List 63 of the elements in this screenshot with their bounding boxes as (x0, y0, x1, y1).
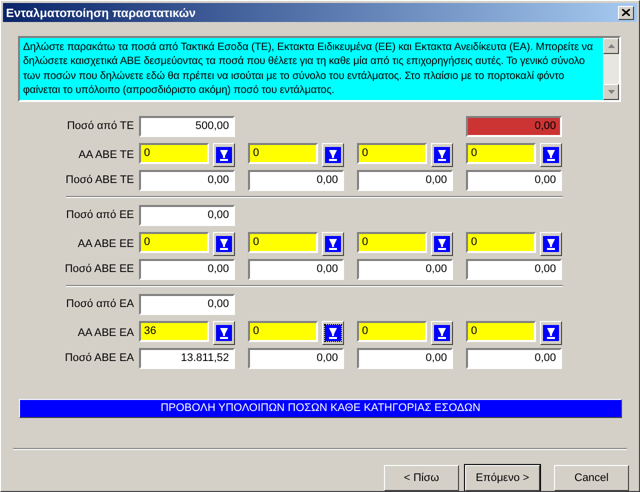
dialog-button[interactable]: < Πίσω (384, 465, 459, 491)
code-field[interactable]: 0 (248, 320, 318, 342)
amount-field[interactable]: 0,00 (248, 348, 344, 369)
code-field[interactable]: 0 (357, 320, 427, 342)
field-label: Ποσό από ΕΕ (65, 209, 135, 222)
amount-field[interactable]: 0,00 (357, 348, 453, 369)
dropdown-arrow-icon (325, 324, 341, 341)
lookup-button[interactable] (540, 320, 562, 345)
lookup-button[interactable] (431, 142, 453, 167)
up-arrow-icon (608, 44, 614, 48)
lookup-button[interactable] (213, 142, 235, 167)
summary-button[interactable]: ΠΡΟΒΟΛΗ ΥΠΟΛΟΙΠΩΝ ΠΟΣΩΝ ΚΑΘΕ ΚΑΤΗΓΟΡΙΑΣ ΕΣΟΔΩΝ (19, 398, 622, 418)
field-label: Ποσό ΑΒΕ ΕΑ (64, 352, 135, 364)
field-label: ΑΑ ΑΒΕ ΤΕ (78, 148, 135, 161)
code-field[interactable]: 0 (466, 320, 536, 342)
dialog-button[interactable]: Cancel (554, 465, 629, 491)
code-field[interactable]: 0 (248, 142, 318, 164)
field-label: Ποσό ΑΒΕ ΕΕ (64, 263, 135, 276)
close-button[interactable] (618, 6, 634, 20)
code-field[interactable]: 36 (139, 320, 209, 342)
code-field[interactable]: 0 (357, 142, 427, 164)
amount-field[interactable]: 0,00 (357, 170, 453, 191)
amount-field[interactable]: 0,00 (139, 204, 235, 226)
amount-field[interactable]: 0,00 (466, 258, 562, 280)
down-arrow-icon (608, 90, 614, 94)
window-title: Ενταλματοποίηση παραστατικών (6, 6, 196, 20)
amount-field[interactable]: 500,00 (139, 116, 235, 137)
amount-field[interactable]: 13.811,52 (139, 348, 235, 369)
remainder-field: 0,00 (466, 116, 562, 137)
lookup-button[interactable] (431, 320, 453, 345)
lookup-button[interactable] (322, 232, 344, 256)
scroll-up-button[interactable] (603, 38, 619, 54)
code-field[interactable]: 0 (466, 142, 536, 164)
amount-field[interactable]: 0,00 (357, 258, 453, 280)
lookup-button[interactable] (213, 320, 235, 345)
amount-field[interactable]: 0,00 (466, 348, 562, 369)
lookup-button[interactable] (540, 142, 562, 167)
lookup-button[interactable] (213, 232, 235, 256)
amount-field[interactable]: 0,00 (139, 170, 235, 191)
amount-field[interactable]: 0,00 (139, 294, 235, 315)
code-field[interactable]: 0 (466, 232, 536, 253)
lookup-button[interactable] (431, 232, 453, 256)
dialog-button[interactable]: Επόμενο > (465, 465, 540, 491)
scrollbar[interactable] (603, 38, 619, 100)
code-field[interactable]: 0 (357, 232, 427, 253)
code-field[interactable]: 0 (139, 142, 209, 164)
field-label: Ποσό από ΕΑ (65, 298, 135, 310)
lookup-button[interactable] (322, 142, 344, 167)
amount-field[interactable]: 0,00 (139, 258, 235, 280)
close-icon (622, 9, 630, 16)
lookup-button[interactable] (322, 320, 344, 345)
amount-field[interactable]: 0,00 (466, 170, 562, 191)
field-label: Ποσό ΑΒΕ ΤΕ (64, 174, 135, 186)
lookup-button[interactable] (540, 232, 562, 256)
code-field[interactable]: 0 (139, 232, 209, 253)
amount-field[interactable]: 0,00 (248, 170, 344, 191)
field-label: ΑΑ ΑΒΕ ΕΑ (76, 326, 135, 339)
info-text: Δηλώστε παρακάτω τα ποσά από Τακτικά Εσοδα (ΤΕ), Εκτακτα Ειδικευμένα (ΕΕ) και Εκτακτα Ανειδίκευτα (ΕΑ). Μπορείτε να δηλώσετε καισχετικά ΑΒΕ δεσμεύοντας τα ποσά που θέλετε για τη καθε μία από τις επιχορηγήσεις αυτές. Το γενικό σύνολο των ποσών που δηλώνετε εδώ θα πρέπει να ισούται με το σύνολο του εντάλματος. Στο πλαίσιο με το πορτοκαλί φόντο φαίνεται το υπόλοιπο (απροσδιόριστο ακόμη) ποσό του εντάλματος. (22, 40, 594, 98)
field-label: ΑΑ ΑΒΕ ΕΕ (76, 238, 135, 250)
field-label: Ποσό από ΤΕ (66, 120, 135, 132)
amount-field[interactable]: 0,00 (248, 258, 344, 280)
code-field[interactable]: 0 (248, 232, 318, 253)
scroll-down-button[interactable] (603, 84, 619, 100)
